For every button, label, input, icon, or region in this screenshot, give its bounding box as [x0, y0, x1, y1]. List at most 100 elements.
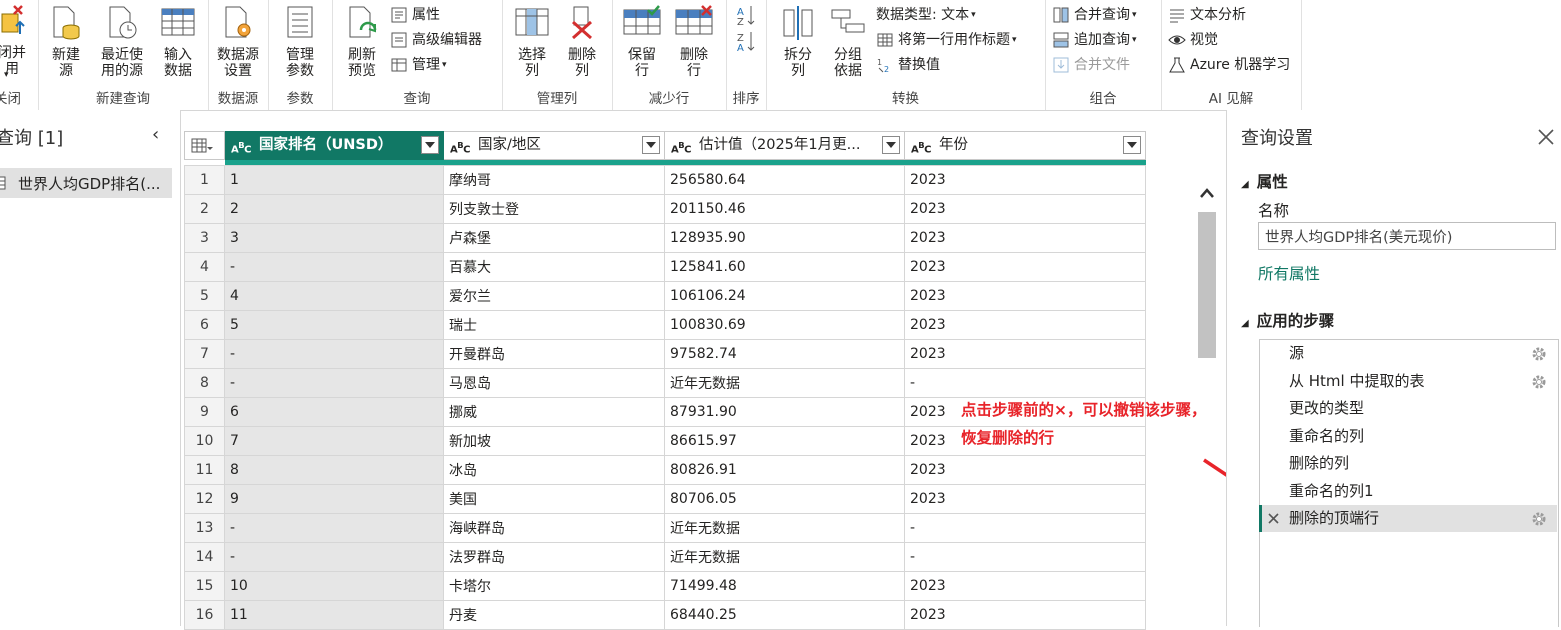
properties-button[interactable]: 属性 [390, 4, 440, 26]
table-cell[interactable]: 近年无数据 [664, 542, 905, 572]
enter-data-button[interactable]: 输入 数据 [154, 4, 202, 84]
table-cell[interactable]: 2023 [904, 339, 1146, 369]
table-cell[interactable]: 86615.97 [664, 426, 905, 456]
new-source-button[interactable]: 新建 源 [42, 4, 90, 84]
close-icon[interactable] [1537, 128, 1555, 146]
refresh-preview-button[interactable]: 刷新 预览 [338, 4, 386, 84]
merge-queries-button[interactable]: 合并查询 ▾ [1052, 4, 1137, 26]
table-cell[interactable]: 冰岛 [443, 455, 665, 485]
table-cell[interactable]: 68440.25 [664, 600, 905, 630]
column-filter-button[interactable] [642, 136, 660, 154]
table-cell[interactable]: 2023 [904, 165, 1146, 195]
table-cell[interactable]: 近年无数据 [664, 368, 905, 398]
table-row[interactable]: 8- 马恩岛 近年无数据 - [184, 368, 1146, 398]
table-cell[interactable]: 125841.60 [664, 252, 905, 282]
table-cell[interactable]: 5 [224, 310, 444, 340]
table-cell[interactable]: 2023 [904, 194, 1146, 224]
combine-files-button[interactable]: 合并文件 [1052, 54, 1130, 76]
table-row[interactable]: 12 9 美国 80706.05 2023 [184, 484, 1146, 514]
table-cell[interactable]: 卢森堡 [443, 223, 665, 253]
recent-sources-button[interactable]: 最近使 用的源 [94, 4, 150, 84]
table-cell[interactable]: 1 [224, 165, 444, 195]
applied-steps-section-header[interactable]: ◢ 应用的步骤 [1241, 309, 1334, 331]
table-cell[interactable]: - [224, 252, 444, 282]
table-row[interactable]: 1 1 摩纳哥 256580.64 2023 [184, 165, 1146, 195]
table-select-corner[interactable] [184, 131, 225, 160]
applied-step-item[interactable]: 更改的类型 [1259, 395, 1557, 422]
manage-button[interactable]: 管理 ▾ [390, 54, 447, 76]
table-cell[interactable]: 2023 [904, 571, 1146, 601]
table-cell[interactable]: - [904, 513, 1146, 543]
remove-columns-button[interactable]: 删除 列 [558, 4, 606, 84]
table-cell[interactable]: 瑞士 [443, 310, 665, 340]
table-row[interactable]: 4- 百慕大 125841.60 2023 [184, 252, 1146, 282]
first-row-header-button[interactable]: 将第一行用作标题 ▾ [876, 29, 1017, 51]
table-cell[interactable]: 2023 [904, 484, 1146, 514]
table-cell[interactable]: 2 [224, 194, 444, 224]
table-cell[interactable]: 百慕大 [443, 252, 665, 282]
scrollbar-thumb[interactable] [1198, 212, 1216, 358]
column-filter-button[interactable] [882, 136, 900, 154]
data-type-dropdown[interactable]: 数据类型: 文本 ▾ [876, 4, 976, 26]
table-cell[interactable]: 256580.64 [664, 165, 905, 195]
table-row[interactable]: 3 3 卢森堡 128935.90 2023 [184, 223, 1146, 253]
table-cell[interactable]: 10 [224, 571, 444, 601]
table-cell[interactable]: - [224, 368, 444, 398]
table-cell[interactable]: 海峡群岛 [443, 513, 665, 543]
applied-step-item[interactable]: 删除的列 [1259, 450, 1557, 477]
table-row[interactable]: 2 2 列支敦士登 201150.46 2023 [184, 194, 1146, 224]
table-cell[interactable]: 法罗群岛 [443, 542, 665, 572]
table-cell[interactable]: - [904, 368, 1146, 398]
table-cell[interactable]: 71499.48 [664, 571, 905, 601]
table-cell[interactable]: 2023 [904, 252, 1146, 282]
query-list-item[interactable]: 世界人均GDP排名(... [0, 168, 172, 198]
table-cell[interactable]: 4 [224, 281, 444, 311]
text-analytics-button[interactable]: 文本分析 [1168, 4, 1246, 26]
table-cell[interactable]: 丹麦 [443, 600, 665, 630]
table-cell[interactable]: 挪威 [443, 397, 665, 427]
gear-icon[interactable] [1531, 374, 1547, 390]
close-apply-button[interactable]: 闭并 用 ▾ [0, 4, 36, 84]
table-cell[interactable]: 100830.69 [664, 310, 905, 340]
table-cell[interactable]: - [224, 542, 444, 572]
column-filter-button[interactable] [1123, 136, 1141, 154]
sort-buttons[interactable]: A Z Z A [736, 4, 760, 54]
column-filter-button[interactable] [421, 136, 439, 154]
table-cell[interactable]: 11 [224, 600, 444, 630]
table-cell[interactable]: - [224, 513, 444, 543]
table-row[interactable]: 7- 开曼群岛 97582.74 2023 [184, 339, 1146, 369]
table-row[interactable]: 11 8 冰岛 80826.91 2023 [184, 455, 1146, 485]
choose-columns-button[interactable]: 选择 列 [508, 4, 556, 84]
replace-values-button[interactable]: 1 2 替换值 [876, 54, 940, 76]
table-cell[interactable]: 2023 [904, 600, 1146, 630]
keep-rows-button[interactable]: 保留 行 [618, 4, 666, 84]
table-cell[interactable]: 9 [224, 484, 444, 514]
table-cell[interactable]: 摩纳哥 [443, 165, 665, 195]
column-header-estimate[interactable]: ABC 估计值（2025年1月更... [664, 131, 905, 160]
applied-step-item[interactable]: 重命名的列1 [1259, 478, 1557, 505]
query-name-input[interactable] [1258, 222, 1556, 250]
table-cell[interactable]: 马恩岛 [443, 368, 665, 398]
applied-step-item[interactable]: 删除的顶端行 [1259, 505, 1557, 532]
collapse-pane-icon[interactable]: ‹ [152, 124, 159, 145]
append-queries-button[interactable]: 追加查询 ▾ [1052, 29, 1137, 51]
table-row[interactable]: 13- 海峡群岛 近年无数据 - [184, 513, 1146, 543]
table-cell[interactable]: 7 [224, 426, 444, 456]
azure-ml-button[interactable]: Azure 机器学习 [1168, 54, 1290, 76]
group-by-button[interactable]: 分组 依据 [824, 4, 872, 84]
vision-button[interactable]: 视觉 [1168, 29, 1218, 51]
delete-step-icon[interactable] [1268, 513, 1279, 524]
table-cell[interactable]: 106106.24 [664, 281, 905, 311]
advanced-editor-button[interactable]: 高级编辑器 [390, 29, 482, 51]
table-cell[interactable]: 87931.90 [664, 397, 905, 427]
table-row[interactable]: 16 11 丹麦 68440.25 2023 [184, 600, 1146, 630]
table-cell[interactable]: 201150.46 [664, 194, 905, 224]
table-cell[interactable]: 爱尔兰 [443, 281, 665, 311]
table-cell[interactable]: 卡塔尔 [443, 571, 665, 601]
properties-section-header[interactable]: ◢ 属性 [1241, 170, 1288, 192]
remove-rows-button[interactable]: 删除 行 [670, 4, 718, 84]
table-cell[interactable]: - [904, 542, 1146, 572]
table-cell[interactable]: 6 [224, 397, 444, 427]
gear-icon[interactable] [1531, 511, 1547, 527]
table-cell[interactable]: 2023 [904, 310, 1146, 340]
